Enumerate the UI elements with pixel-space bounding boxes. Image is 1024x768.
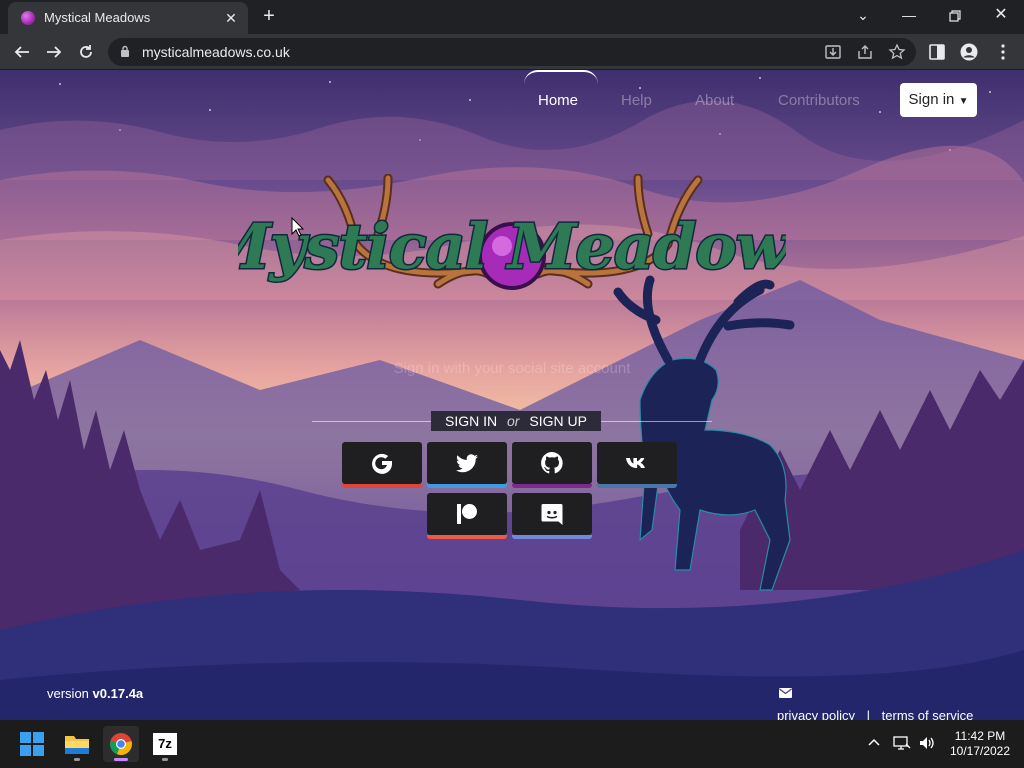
terms-of-service-link[interactable]: terms of service (882, 708, 974, 720)
privacy-policy-link[interactable]: privacy policy (777, 708, 855, 720)
or-text: or (507, 413, 520, 429)
patreon-login-button[interactable] (427, 493, 507, 539)
patreon-accent-bar (427, 535, 507, 539)
github-icon (541, 452, 563, 474)
twitter-login-button[interactable] (427, 442, 507, 488)
lock-icon[interactable] (120, 45, 130, 58)
nav-about[interactable]: About (695, 92, 734, 109)
sign-in-or-sign-up-label: SIGN IN or SIGN UP (431, 411, 601, 431)
install-app-icon[interactable] (824, 43, 842, 61)
tab-search-icon[interactable]: ⌄ (840, 0, 886, 32)
start-button[interactable] (14, 726, 50, 762)
sign-in-text: SIGN IN (445, 413, 498, 429)
share-icon[interactable] (856, 43, 874, 61)
nav-help[interactable]: Help (621, 92, 652, 109)
active-indicator (114, 758, 128, 761)
google-accent-bar (342, 484, 422, 488)
footer-separator: | (866, 708, 871, 720)
folder-icon (65, 736, 89, 754)
google-login-button[interactable] (342, 442, 422, 488)
new-tab-icon[interactable]: + (258, 6, 280, 28)
bookmark-star-icon[interactable] (888, 43, 906, 61)
github-login-button[interactable] (512, 442, 592, 488)
version-number: v0.17.4a (92, 686, 144, 701)
google-icon (372, 453, 393, 474)
windows-logo-icon (20, 732, 44, 756)
profile-icon[interactable] (960, 43, 978, 61)
top-navigation: Home Help About Contributors Sign in ▼ (0, 70, 1024, 130)
browser-tab-strip: Mystical Meadows ✕ + ⌄ — ✕ (0, 0, 1024, 34)
running-indicator (162, 758, 168, 761)
minimize-icon[interactable]: — (886, 0, 932, 32)
logo-text: Mystical Meadows (238, 210, 786, 283)
tab-title: Mystical Meadows (44, 10, 151, 25)
version-info: version v0.17.4a (47, 686, 143, 701)
restore-icon[interactable] (932, 0, 978, 32)
nav-home[interactable]: Home (538, 92, 578, 109)
browser-toolbar: mysticalmeadows.co.uk (0, 34, 1024, 70)
discord-icon (541, 504, 563, 525)
twitter-accent-bar (427, 484, 507, 488)
volume-icon[interactable] (918, 735, 936, 751)
footer-links: privacy policy | terms of service (777, 708, 981, 720)
url-text: mysticalmeadows.co.uk (142, 44, 290, 60)
github-accent-bar (512, 484, 592, 488)
7zip-label: 7z (158, 736, 172, 751)
vk-login-button[interactable] (597, 442, 677, 488)
7zip-button[interactable]: 7z (147, 726, 183, 762)
clock-time: 11:42 PM (954, 729, 1006, 743)
twitter-icon (456, 454, 478, 473)
network-icon[interactable] (893, 735, 911, 751)
address-bar[interactable]: mysticalmeadows.co.uk (108, 38, 916, 66)
active-tab-indicator (524, 70, 598, 84)
browser-tab[interactable]: Mystical Meadows ✕ (8, 2, 248, 34)
chrome-taskbar-button[interactable] (103, 726, 139, 762)
caret-down-icon: ▼ (958, 96, 969, 107)
sign-in-subtitle: Sign in with your social site account (393, 360, 631, 377)
windows-taskbar: 7z 11:42 PM 10/17/2022 (0, 720, 1024, 768)
sign-in-dropdown-button[interactable]: Sign in ▼ (900, 83, 977, 117)
file-explorer-button[interactable] (59, 726, 95, 762)
forward-icon[interactable] (40, 38, 68, 66)
running-indicator (74, 758, 80, 761)
menu-kebab-icon[interactable] (994, 43, 1012, 61)
sign-in-label: Sign in (908, 91, 955, 108)
sign-up-text: SIGN UP (529, 413, 587, 429)
page-viewport: Home Help About Contributors Sign in ▼ y… (0, 70, 1024, 720)
discord-accent-bar (512, 535, 592, 539)
vk-icon (626, 458, 645, 468)
background-landscape (0, 77, 1024, 720)
mail-icon[interactable] (779, 688, 792, 698)
site-favicon-icon (21, 11, 35, 25)
chrome-icon (110, 733, 132, 756)
side-panel-icon[interactable] (928, 43, 946, 61)
mouse-cursor-icon (291, 217, 305, 237)
reload-icon[interactable] (72, 38, 100, 66)
7zip-icon: 7z (153, 733, 177, 755)
version-label: version (47, 686, 89, 701)
patreon-icon (457, 504, 477, 524)
system-clock[interactable]: 11:42 PM 10/17/2022 (944, 729, 1016, 759)
vk-accent-bar (597, 484, 677, 488)
discord-login-button[interactable] (512, 493, 592, 539)
mystical-meadows-logo: Mystical Meadows (238, 174, 786, 290)
close-window-icon[interactable]: ✕ (978, 0, 1024, 32)
back-icon[interactable] (8, 38, 36, 66)
close-tab-icon[interactable]: ✕ (222, 9, 240, 27)
chevron-up-icon[interactable] (867, 735, 881, 749)
nav-contributors[interactable]: Contributors (778, 92, 860, 109)
clock-date: 10/17/2022 (949, 744, 1011, 758)
